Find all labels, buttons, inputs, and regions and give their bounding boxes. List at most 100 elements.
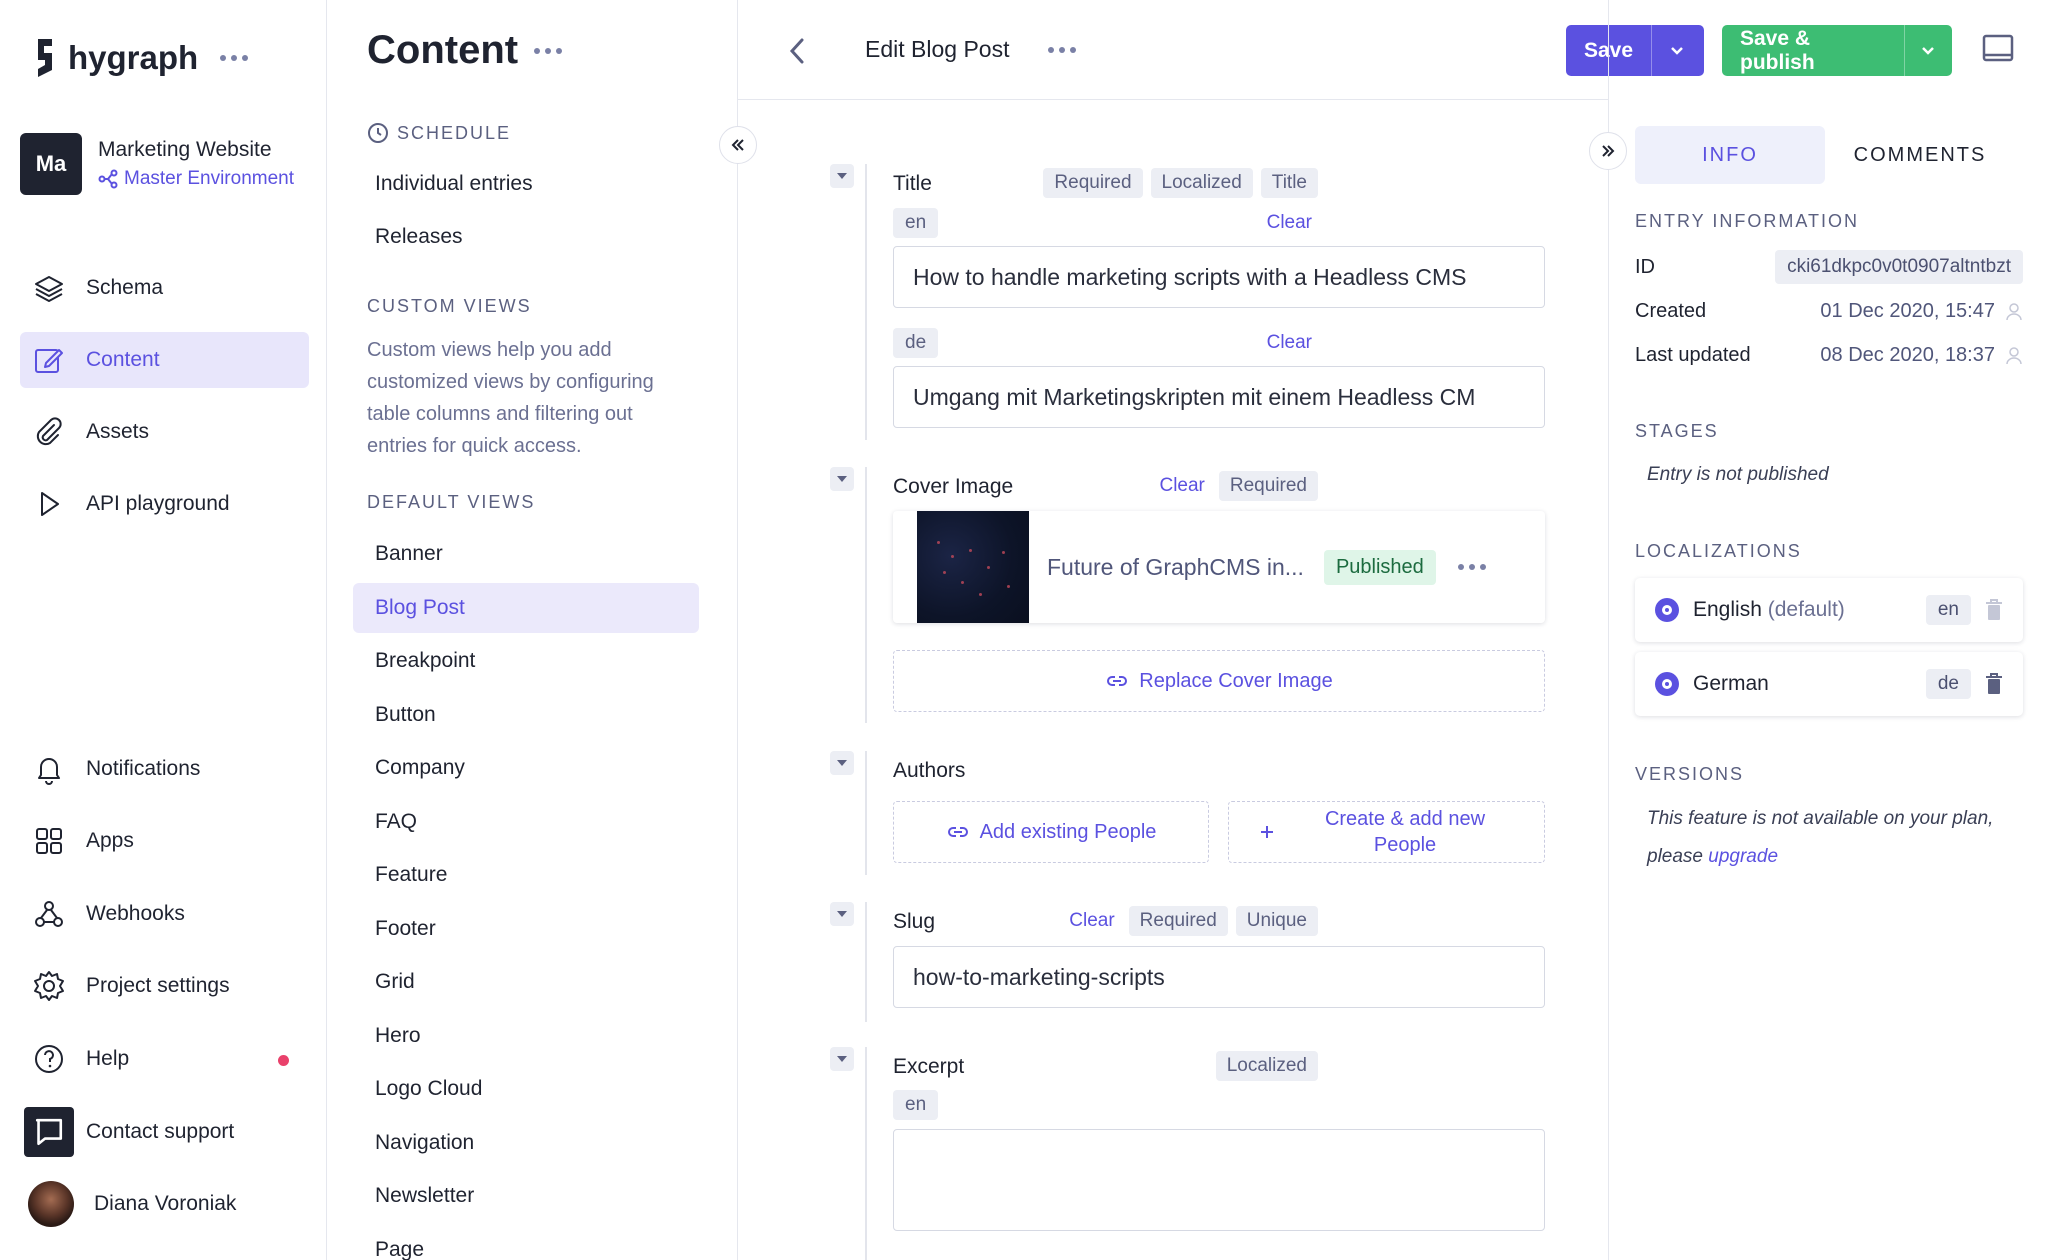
schedule-heading: SCHEDULE (367, 122, 511, 144)
view-footer[interactable]: Footer (353, 904, 699, 954)
collapse-panel-button[interactable] (719, 126, 757, 164)
excerpt-label: Excerpt (893, 1055, 965, 1078)
tag-required: Required (1043, 168, 1143, 198)
slug-label: Slug (893, 910, 936, 933)
nav-item-notifications[interactable]: Notifications (20, 741, 309, 797)
nav-item-schema[interactable]: Schema (20, 260, 309, 316)
caret-down-icon (837, 173, 847, 179)
tag-localized: Localized (1215, 1051, 1318, 1081)
view-banner[interactable]: Banner (353, 529, 699, 579)
nav-label: Contact support (86, 1120, 235, 1143)
project-switcher[interactable]: Ma Marketing Website Master Environment (20, 133, 294, 195)
editor-header: Edit Blog Post Save Save & publish (738, 0, 2014, 100)
view-logo-cloud[interactable]: Logo Cloud (353, 1064, 699, 1114)
updated-row: Last updated 08 Dec 2020, 18:37 (1635, 344, 2023, 367)
create-new-people-button[interactable]: Create & add new People (1228, 801, 1545, 863)
nav-item-webhooks[interactable]: Webhooks (20, 886, 309, 942)
bell-icon (38, 758, 60, 785)
view-page[interactable]: Page (353, 1225, 699, 1260)
view-button[interactable]: Button (353, 690, 699, 740)
view-faq[interactable]: FAQ (353, 797, 699, 847)
chevrons-left-icon (731, 139, 744, 151)
view-grid[interactable]: Grid (353, 957, 699, 1007)
nav-item-content[interactable]: Content (20, 332, 309, 388)
chevrons-right-icon (1602, 145, 1615, 157)
default-views-heading: DEFAULT VIEWS (367, 492, 536, 512)
clear-cover-button[interactable]: Clear (1153, 471, 1210, 501)
brand-menu-icon[interactable] (220, 55, 249, 61)
clear-slug-button[interactable]: Clear (1063, 906, 1120, 936)
hygraph-logo-icon (38, 39, 52, 77)
collapse-field-toggle[interactable] (830, 902, 854, 926)
replace-cover-button[interactable]: Replace Cover Image (893, 650, 1545, 712)
view-releases[interactable]: Releases (353, 212, 699, 262)
field-divider (865, 751, 867, 875)
locale-name: German (1693, 672, 1769, 695)
tag-unique: Unique (1235, 906, 1318, 936)
view-breakpoint[interactable]: Breakpoint (353, 636, 699, 686)
title-de-input[interactable]: Umgang mit Marketingskripten mit einem H… (893, 366, 1545, 428)
nav-label: API playground (86, 492, 230, 515)
environment-link[interactable]: Master Environment (98, 168, 294, 190)
nav-item-help[interactable]: Help (20, 1031, 309, 1087)
view-navigation[interactable]: Navigation (353, 1118, 699, 1168)
nav-label: Webhooks (86, 902, 185, 925)
view-individual-entries[interactable]: Individual entries (353, 159, 699, 209)
visibility-eye-icon[interactable] (1655, 672, 1679, 696)
field-divider (865, 467, 867, 723)
visibility-eye-icon[interactable] (1655, 598, 1679, 622)
caret-down-icon (837, 911, 847, 917)
custom-views-description: Custom views help you add customized vie… (367, 339, 654, 457)
nav-item-assets[interactable]: Assets (20, 404, 309, 460)
clear-title-en-button[interactable]: Clear (1261, 208, 1318, 238)
slug-input[interactable]: how-to-marketing-scripts (893, 946, 1545, 1008)
view-hero[interactable]: Hero (353, 1011, 699, 1061)
nav-item-project-settings[interactable]: Project settings (20, 958, 309, 1014)
back-arrow-icon[interactable] (788, 36, 806, 66)
more-icon[interactable] (1048, 47, 1076, 53)
excerpt-textarea[interactable] (893, 1129, 1545, 1231)
nav-item-apps[interactable]: Apps (20, 813, 309, 869)
nav-label: Help (86, 1047, 130, 1070)
branch-icon (98, 169, 118, 189)
title-field-tags: Required Localized Title (1043, 168, 1318, 198)
view-feature[interactable]: Feature (353, 850, 699, 900)
trash-icon[interactable] (1985, 673, 2003, 695)
nav-item-contact-support[interactable]: Contact support (20, 1104, 309, 1160)
created-row: Created 01 Dec 2020, 15:47 (1635, 300, 2023, 323)
expand-panel-button[interactable] (1589, 132, 1627, 170)
collapse-field-toggle[interactable] (830, 164, 854, 188)
upgrade-link[interactable]: upgrade (1708, 846, 1778, 867)
stages-status-text: Entry is not published (1647, 464, 1829, 485)
view-company[interactable]: Company (353, 743, 699, 793)
nav-item-api-playground[interactable]: API playground (20, 476, 309, 532)
tab-comments[interactable]: COMMENTS (1825, 126, 2015, 184)
nav-label: Content (86, 348, 160, 371)
nav-label: Project settings (86, 974, 230, 997)
entry-id-value[interactable]: cki61dkpc0v0t0907altntbzt (1775, 250, 2023, 284)
user-profile[interactable]: Diana Voroniak (20, 1176, 309, 1232)
asset-name: Future of GraphCMS in... (1047, 553, 1304, 580)
asset-more-icon[interactable] (1457, 564, 1486, 570)
collapse-field-toggle[interactable] (830, 751, 854, 775)
more-icon[interactable] (534, 47, 563, 54)
panel-title: Content (367, 28, 563, 73)
help-icon (35, 1045, 63, 1073)
view-blog-post[interactable]: Blog Post (353, 582, 699, 633)
clear-title-de-button[interactable]: Clear (1261, 328, 1318, 358)
hygraph-logo[interactable]: hygraph (30, 36, 249, 80)
cover-asset-card[interactable]: Future of GraphCMS in... Published (893, 511, 1545, 623)
create-new-label: Create & add new People (1324, 808, 1486, 856)
nav-label: Schema (86, 276, 164, 299)
view-newsletter[interactable]: Newsletter (353, 1171, 699, 1221)
tab-info[interactable]: INFO (1635, 126, 1825, 184)
page-title: Content (367, 28, 519, 72)
title-en-input[interactable]: How to handle marketing scripts with a H… (893, 246, 1545, 308)
collapse-field-toggle[interactable] (830, 1047, 854, 1071)
collapse-field-toggle[interactable] (830, 467, 854, 491)
add-existing-people-button[interactable]: Add existing People (893, 801, 1209, 863)
content-views-panel: Content SCHEDULE Individual entries Rele… (327, 0, 738, 1260)
tag-localized: Localized (1150, 168, 1253, 198)
main-sidebar: hygraph Ma Marketing Website Master Envi… (0, 0, 327, 1260)
entry-id-row: ID cki61dkpc0v0t0907altntbzt (1635, 250, 2023, 284)
